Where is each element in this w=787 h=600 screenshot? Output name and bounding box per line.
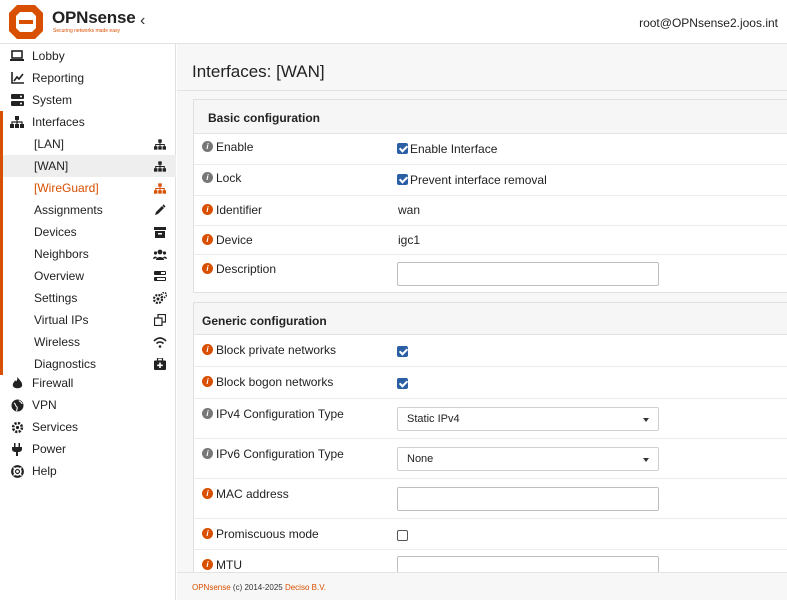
sitemap-icon xyxy=(153,181,167,195)
info-icon[interactable]: i xyxy=(202,172,213,183)
info-icon[interactable]: i xyxy=(202,204,213,215)
info-icon[interactable]: i xyxy=(202,448,213,459)
archive-icon xyxy=(153,225,167,239)
collapse-sidebar-icon[interactable]: ‹ xyxy=(140,12,145,30)
cog-icon xyxy=(10,420,24,434)
info-icon[interactable]: i xyxy=(202,263,213,274)
sidebar-item-lan[interactable]: [LAN] xyxy=(0,133,176,155)
info-icon[interactable]: i xyxy=(202,376,213,387)
block-bogon-checkbox[interactable] xyxy=(397,378,408,389)
sidebar-item-wan[interactable]: [WAN] xyxy=(0,155,176,177)
clone-icon xyxy=(153,313,167,327)
user-menu[interactable]: root@OPNsense2.joos.int xyxy=(639,16,778,30)
sidebar: Lobby Reporting System Interfaces [LAN] … xyxy=(0,44,176,600)
wifi-icon xyxy=(153,335,167,349)
title-divider xyxy=(177,90,787,91)
sidebar-item-system[interactable]: System xyxy=(0,89,176,111)
top-bar: OPNsense Securing networks made easy ‹ r… xyxy=(0,0,787,44)
brand-tagline: Securing networks made easy xyxy=(53,28,120,34)
sitemap-icon xyxy=(10,115,24,129)
sidebar-item-neighbors[interactable]: Neighbors xyxy=(0,243,176,265)
laptop-icon xyxy=(10,49,24,63)
identifier-value: wan xyxy=(398,203,421,217)
sidebar-item-services[interactable]: Services xyxy=(0,416,176,438)
mac-address-input[interactable] xyxy=(397,487,659,511)
info-icon[interactable]: i xyxy=(202,488,213,499)
sidebar-item-virtual-ips[interactable]: Virtual IPs xyxy=(0,309,176,331)
pencil-icon xyxy=(153,203,167,217)
info-icon[interactable]: i xyxy=(202,528,213,539)
info-icon[interactable]: i xyxy=(202,559,213,570)
ipv4-type-row: i IPv4 Configuration Type Static IPv4 xyxy=(194,399,787,439)
info-icon[interactable]: i xyxy=(202,234,213,245)
description-row: i Description xyxy=(194,255,787,293)
sidebar-item-lobby[interactable]: Lobby xyxy=(0,45,176,67)
tasks-icon xyxy=(153,269,167,283)
life-ring-icon xyxy=(10,464,24,478)
footer-brand-link[interactable]: OPNsense xyxy=(192,583,231,592)
cogs-icon xyxy=(153,291,167,305)
users-icon xyxy=(153,247,167,261)
sidebar-item-assignments[interactable]: Assignments xyxy=(0,199,176,221)
description-input[interactable] xyxy=(397,262,659,286)
caret-down-icon xyxy=(643,458,649,462)
caret-down-icon xyxy=(643,418,649,422)
globe-icon xyxy=(10,398,24,412)
sidebar-item-reporting[interactable]: Reporting xyxy=(0,67,176,89)
sitemap-icon xyxy=(153,159,167,173)
main-content: Interfaces: [WAN] Basic configuration i … xyxy=(177,44,787,600)
info-icon[interactable]: i xyxy=(202,344,213,355)
sidebar-item-devices[interactable]: Devices xyxy=(0,221,176,243)
device-value: igc1 xyxy=(398,233,421,247)
sidebar-item-wireless[interactable]: Wireless xyxy=(0,331,176,353)
block-private-row: i Block private networks xyxy=(194,335,787,367)
generic-configuration-panel: Generic configuration i Block private ne… xyxy=(193,302,787,600)
chart-icon xyxy=(10,71,24,85)
sitemap-icon xyxy=(153,137,167,151)
footer: OPNsense (c) 2014-2025 Deciso B.V. xyxy=(177,572,787,600)
fire-icon xyxy=(10,376,24,390)
promiscuous-row: i Promiscuous mode xyxy=(194,519,787,550)
plug-icon xyxy=(10,442,24,456)
basic-configuration-header: Basic configuration xyxy=(194,100,787,134)
sidebar-item-interfaces[interactable]: Interfaces xyxy=(0,111,176,133)
sidebar-item-overview[interactable]: Overview xyxy=(0,265,176,287)
sidebar-item-vpn[interactable]: VPN xyxy=(0,394,176,416)
sidebar-item-firewall[interactable]: Firewall xyxy=(0,372,176,394)
footer-company-link[interactable]: Deciso B.V. xyxy=(285,583,326,592)
enable-interface-checkbox[interactable] xyxy=(397,143,408,154)
brand-name: OPNsense xyxy=(52,8,136,27)
device-row: i Device igc1 xyxy=(194,226,787,255)
promiscuous-checkbox[interactable] xyxy=(397,530,408,541)
lock-row: i Lock Prevent interface removal xyxy=(194,165,787,196)
ipv4-type-select[interactable]: Static IPv4 xyxy=(397,407,659,431)
sidebar-item-wireguard[interactable]: [WireGuard] xyxy=(0,177,176,199)
mac-address-row: i MAC address xyxy=(194,479,787,519)
ipv6-type-select[interactable]: None xyxy=(397,447,659,471)
ipv6-type-row: i IPv6 Configuration Type None xyxy=(194,439,787,479)
generic-configuration-header: Generic configuration xyxy=(194,303,787,335)
block-bogon-row: i Block bogon networks xyxy=(194,367,787,399)
enable-row: i Enable Enable Interface xyxy=(194,134,787,165)
server-icon xyxy=(10,93,24,107)
opnsense-logo-icon[interactable] xyxy=(8,4,44,40)
sidebar-item-settings[interactable]: Settings xyxy=(0,287,176,309)
info-icon[interactable]: i xyxy=(202,408,213,419)
page-title: Interfaces: [WAN] xyxy=(192,62,325,81)
identifier-row: i Identifier wan xyxy=(194,196,787,226)
sidebar-item-help[interactable]: Help xyxy=(0,460,176,482)
footer-copyright: OPNsense (c) 2014-2025 Deciso B.V. xyxy=(192,583,327,592)
info-icon[interactable]: i xyxy=(202,141,213,152)
sidebar-item-power[interactable]: Power xyxy=(0,438,176,460)
basic-configuration-panel: Basic configuration i Enable Enable Inte… xyxy=(193,99,787,293)
block-private-checkbox[interactable] xyxy=(397,346,408,357)
medkit-icon xyxy=(153,357,167,371)
prevent-removal-checkbox[interactable] xyxy=(397,174,408,185)
